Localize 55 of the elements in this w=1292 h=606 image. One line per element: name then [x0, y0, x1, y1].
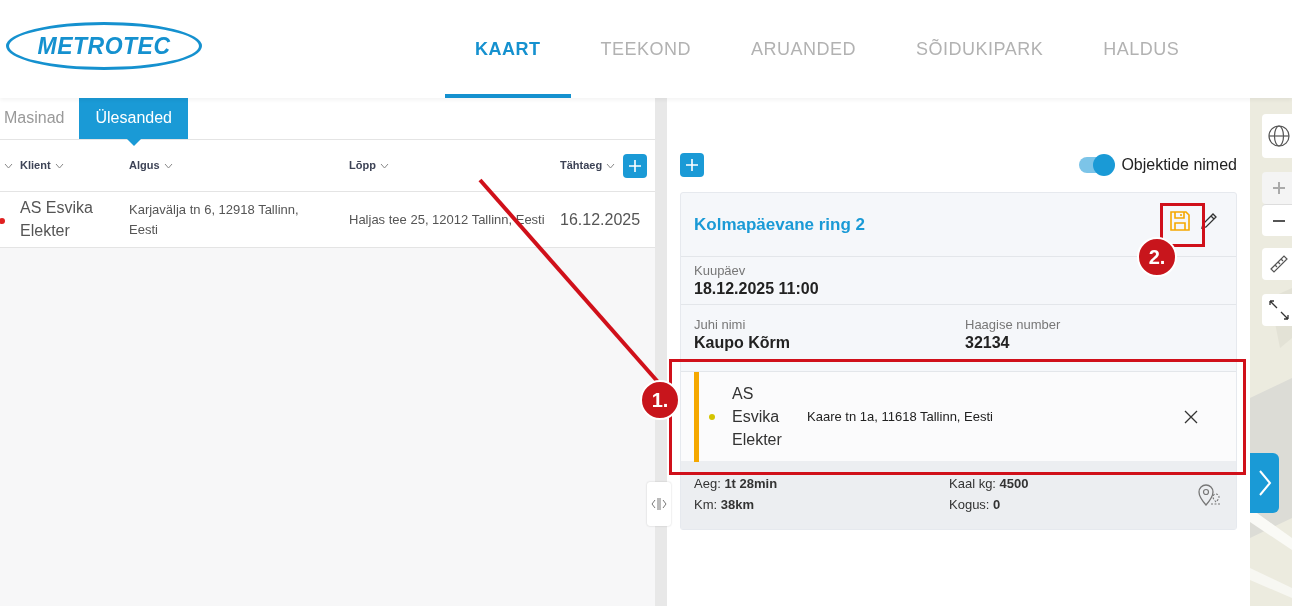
globe-icon[interactable] [1262, 114, 1292, 158]
plus-icon [1272, 181, 1286, 195]
route-pin-icon[interactable] [1197, 483, 1223, 507]
field-label: Juhi nimi [694, 317, 746, 333]
nav-tab[interactable]: HALDUS [1073, 0, 1210, 98]
tab[interactable]: Ülesanded [79, 97, 188, 139]
logo[interactable]: METROTEC [6, 22, 202, 70]
stat-value: 38km [720, 497, 754, 512]
add-button[interactable] [623, 153, 647, 178]
column-header[interactable]: Klient [20, 159, 64, 172]
minus-icon [1272, 219, 1286, 222]
caret-icon [606, 163, 616, 170]
toggle-switch[interactable] [1079, 157, 1114, 173]
expand-icon[interactable] [1262, 294, 1292, 326]
field-label: Kuupäev [694, 263, 746, 279]
route-title: Kolmapäevane ring 2 [694, 213, 865, 236]
ruler-icon[interactable] [1262, 248, 1292, 280]
tab[interactable]: Masinad [0, 97, 80, 139]
chevron-right-icon [1257, 469, 1272, 497]
stat-value: 0 [993, 497, 1001, 512]
stat-label: Km: [694, 497, 718, 512]
save-icon[interactable] [1169, 208, 1191, 233]
column-header[interactable]: Tähtaeg [560, 159, 616, 172]
close-icon[interactable] [1184, 409, 1198, 424]
table-cell-text: AS Esvika Elekter [20, 198, 94, 241]
caret-icon [54, 163, 64, 170]
expand-panel-button[interactable] [1250, 453, 1279, 513]
stop-client: AS Esvika Elekter [732, 383, 783, 451]
caret-icon [379, 163, 389, 170]
field-label: Haagise number [965, 317, 1061, 333]
column-header[interactable]: Lõpp [349, 159, 389, 172]
field-value: Kaupo Kõrm [694, 332, 790, 352]
nav-tab[interactable]: ARUANDED [721, 0, 887, 98]
stop-item[interactable]: AS Esvika Elekter Kaare tn 1a, 11618 Tallinn, Eesti [681, 371, 1236, 461]
table-cell: 16.12.2025 [560, 210, 641, 228]
stat-label: Aeg: [694, 476, 721, 492]
field-value: 32134 [965, 332, 1010, 352]
add-button[interactable] [680, 153, 704, 177]
stop-address: Kaare tn 1a, 11618 Tallinn, Eesti [807, 407, 994, 426]
stat-label: Kogus: [949, 497, 990, 512]
zoom-out-button[interactable] [1262, 204, 1292, 236]
nav-tab[interactable]: TEEKOND [570, 0, 721, 98]
field-value: 18.12.2025 11:00 [694, 278, 819, 298]
caret-icon [163, 163, 173, 170]
stat-label: Kaal kg: [949, 476, 996, 492]
nav-tab[interactable]: SÕIDUKIPARK [886, 0, 1074, 98]
plus-icon [628, 158, 642, 173]
column-header[interactable]: Algus [129, 159, 173, 172]
plus-icon [685, 158, 699, 172]
caret-icon[interactable] [4, 163, 13, 170]
stat-value: 4500 [999, 476, 1029, 492]
panel-resize-handle[interactable] [647, 482, 671, 526]
stat-value: 1t 28min [724, 476, 778, 492]
table-cell-text: Karjavälja tn 6, 12918 Tallinn, Eesti [129, 201, 300, 239]
toggle-label: Objektide nimed [1121, 155, 1237, 175]
